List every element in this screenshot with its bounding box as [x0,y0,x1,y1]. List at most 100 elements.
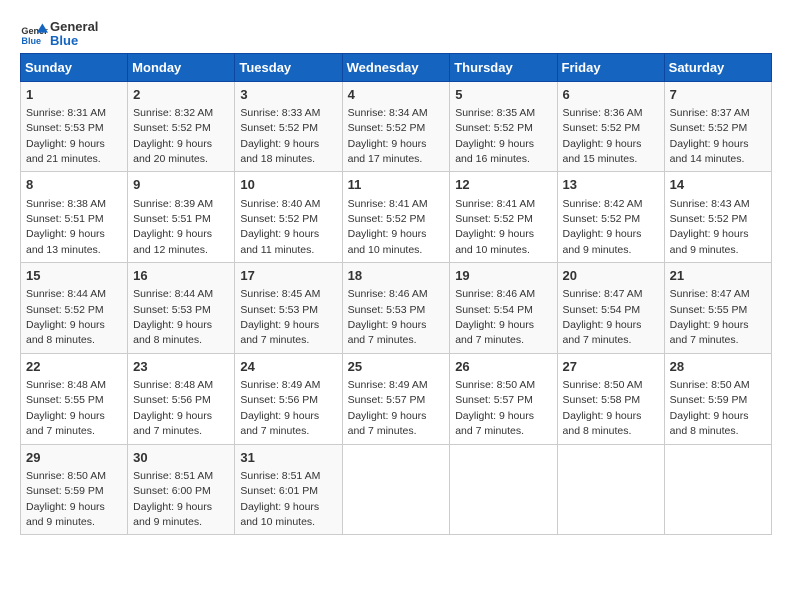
calendar-cell: 8Sunrise: 8:38 AMSunset: 5:51 PMDaylight… [21,172,128,263]
day-number: 26 [455,358,551,376]
column-header-thursday: Thursday [450,53,557,81]
day-number: 23 [133,358,229,376]
calendar-cell: 10 Sunrise: 8:40 AMSunset: 5:52 PMDayligh… [235,172,342,263]
calendar-cell: 3 Sunrise: 8:33 AMSunset: 5:52 PMDaylight… [235,81,342,172]
calendar-cell: 2Sunrise: 8:32 AMSunset: 5:52 PMDaylight… [128,81,235,172]
day-number: 21 [670,267,766,285]
calendar-cell: 20 Sunrise: 8:47 AMSunset: 5:54 PMDayligh… [557,263,664,354]
calendar-week-1: 1Sunrise: 8:31 AMSunset: 5:53 PMDaylight… [21,81,772,172]
calendar-week-3: 15 Sunrise: 8:44 AMSunset: 5:52 PMDayligh… [21,263,772,354]
logo: General Blue General Blue [20,20,98,49]
day-number: 29 [26,449,122,467]
calendar-cell: 13 Sunrise: 8:42 AMSunset: 5:52 PMDayligh… [557,172,664,263]
calendar-cell: 21 Sunrise: 8:47 AMSunset: 5:55 PMDayligh… [664,263,771,354]
logo-blue: Blue [50,34,98,48]
calendar-cell: 6Sunrise: 8:36 AMSunset: 5:52 PMDaylight… [557,81,664,172]
day-info: Sunrise: 8:46 AMSunset: 5:54 PMDaylight:… [455,288,535,346]
day-number: 10 [240,176,336,194]
day-info: Sunrise: 8:44 AMSunset: 5:52 PMDaylight:… [26,288,106,346]
day-info: Sunrise: 8:48 AMSunset: 5:55 PMDaylight:… [26,379,106,437]
day-info: Sunrise: 8:44 AMSunset: 5:53 PMDaylight:… [133,288,213,346]
day-number: 13 [563,176,659,194]
day-number: 25 [348,358,445,376]
calendar-cell: 18 Sunrise: 8:46 AMSunset: 5:53 PMDayligh… [342,263,450,354]
calendar-cell: 7 Sunrise: 8:37 AMSunset: 5:52 PMDaylight… [664,81,771,172]
day-info: Sunrise: 8:50 AMSunset: 5:59 PMDaylight:… [670,379,750,437]
day-info: Sunrise: 8:33 AMSunset: 5:52 PMDaylight:… [240,107,320,165]
day-number: 5 [455,86,551,104]
column-header-monday: Monday [128,53,235,81]
day-number: 24 [240,358,336,376]
calendar-cell: 11Sunrise: 8:41 AMSunset: 5:52 PMDayligh… [342,172,450,263]
calendar-cell: 28 Sunrise: 8:50 AMSunset: 5:59 PMDayligh… [664,353,771,444]
day-info: Sunrise: 8:32 AMSunset: 5:52 PMDaylight:… [133,107,213,165]
day-info: Sunrise: 8:42 AMSunset: 5:52 PMDaylight:… [563,198,643,256]
day-number: 20 [563,267,659,285]
day-info: Sunrise: 8:43 AMSunset: 5:52 PMDaylight:… [670,198,750,256]
day-number: 17 [240,267,336,285]
day-number: 3 [240,86,336,104]
calendar-cell: 25 Sunrise: 8:49 AMSunset: 5:57 PMDayligh… [342,353,450,444]
day-info: Sunrise: 8:35 AMSunset: 5:52 PMDaylight:… [455,107,535,165]
day-number: 30 [133,449,229,467]
calendar-cell: 15 Sunrise: 8:44 AMSunset: 5:52 PMDayligh… [21,263,128,354]
day-info: Sunrise: 8:37 AMSunset: 5:52 PMDaylight:… [670,107,750,165]
header: General Blue General Blue [20,20,772,49]
day-info: Sunrise: 8:39 AMSunset: 5:51 PMDaylight:… [133,198,213,256]
day-number: 15 [26,267,122,285]
calendar-cell: 14 Sunrise: 8:43 AMSunset: 5:52 PMDayligh… [664,172,771,263]
day-number: 7 [670,86,766,104]
day-info: Sunrise: 8:40 AMSunset: 5:52 PMDaylight:… [240,198,320,256]
calendar-cell [664,444,771,535]
calendar-week-2: 8Sunrise: 8:38 AMSunset: 5:51 PMDaylight… [21,172,772,263]
calendar-cell: 19 Sunrise: 8:46 AMSunset: 5:54 PMDayligh… [450,263,557,354]
day-number: 18 [348,267,445,285]
day-number: 12 [455,176,551,194]
calendar-cell: 5 Sunrise: 8:35 AMSunset: 5:52 PMDaylight… [450,81,557,172]
calendar-cell: 30 Sunrise: 8:51 AMSunset: 6:00 PMDayligh… [128,444,235,535]
day-number: 27 [563,358,659,376]
column-header-wednesday: Wednesday [342,53,450,81]
day-info: Sunrise: 8:51 AMSunset: 6:00 PMDaylight:… [133,470,213,528]
day-info: Sunrise: 8:49 AMSunset: 5:56 PMDaylight:… [240,379,320,437]
calendar-cell [557,444,664,535]
day-info: Sunrise: 8:50 AMSunset: 5:57 PMDaylight:… [455,379,535,437]
day-number: 4 [348,86,445,104]
calendar-cell: 4 Sunrise: 8:34 AMSunset: 5:52 PMDaylight… [342,81,450,172]
day-number: 16 [133,267,229,285]
day-info: Sunrise: 8:48 AMSunset: 5:56 PMDaylight:… [133,379,213,437]
day-number: 19 [455,267,551,285]
calendar-cell: 12 Sunrise: 8:41 AMSunset: 5:52 PMDayligh… [450,172,557,263]
day-info: Sunrise: 8:50 AMSunset: 5:58 PMDaylight:… [563,379,643,437]
logo-general: General [50,20,98,34]
day-info: Sunrise: 8:51 AMSunset: 6:01 PMDaylight:… [240,470,320,528]
calendar-cell: 16 Sunrise: 8:44 AMSunset: 5:53 PMDayligh… [128,263,235,354]
day-info: Sunrise: 8:38 AMSunset: 5:51 PMDaylight:… [26,198,106,256]
calendar-cell: 17 Sunrise: 8:45 AMSunset: 5:53 PMDayligh… [235,263,342,354]
day-info: Sunrise: 8:45 AMSunset: 5:53 PMDaylight:… [240,288,320,346]
column-header-friday: Friday [557,53,664,81]
day-info: Sunrise: 8:34 AMSunset: 5:52 PMDaylight:… [348,107,428,165]
calendar-cell: 31 Sunrise: 8:51 AMSunset: 6:01 PMDayligh… [235,444,342,535]
day-number: 14 [670,176,766,194]
day-number: 31 [240,449,336,467]
calendar-cell: 29Sunrise: 8:50 AMSunset: 5:59 PMDayligh… [21,444,128,535]
day-info: Sunrise: 8:47 AMSunset: 5:54 PMDaylight:… [563,288,643,346]
day-info: Sunrise: 8:41 AMSunset: 5:52 PMDaylight:… [455,198,535,256]
day-info: Sunrise: 8:49 AMSunset: 5:57 PMDaylight:… [348,379,428,437]
calendar-header-row: SundayMondayTuesdayWednesdayThursdayFrid… [21,53,772,81]
calendar-cell: 9Sunrise: 8:39 AMSunset: 5:51 PMDaylight… [128,172,235,263]
day-info: Sunrise: 8:46 AMSunset: 5:53 PMDaylight:… [348,288,428,346]
calendar-cell: 23 Sunrise: 8:48 AMSunset: 5:56 PMDayligh… [128,353,235,444]
svg-text:Blue: Blue [21,36,41,46]
day-number: 22 [26,358,122,376]
calendar-cell: 22 Sunrise: 8:48 AMSunset: 5:55 PMDayligh… [21,353,128,444]
calendar-cell: 1Sunrise: 8:31 AMSunset: 5:53 PMDaylight… [21,81,128,172]
day-info: Sunrise: 8:47 AMSunset: 5:55 PMDaylight:… [670,288,750,346]
day-number: 28 [670,358,766,376]
calendar-cell [450,444,557,535]
calendar-table: SundayMondayTuesdayWednesdayThursdayFrid… [20,53,772,536]
day-number: 6 [563,86,659,104]
calendar-cell: 27 Sunrise: 8:50 AMSunset: 5:58 PMDayligh… [557,353,664,444]
calendar-week-5: 29Sunrise: 8:50 AMSunset: 5:59 PMDayligh… [21,444,772,535]
